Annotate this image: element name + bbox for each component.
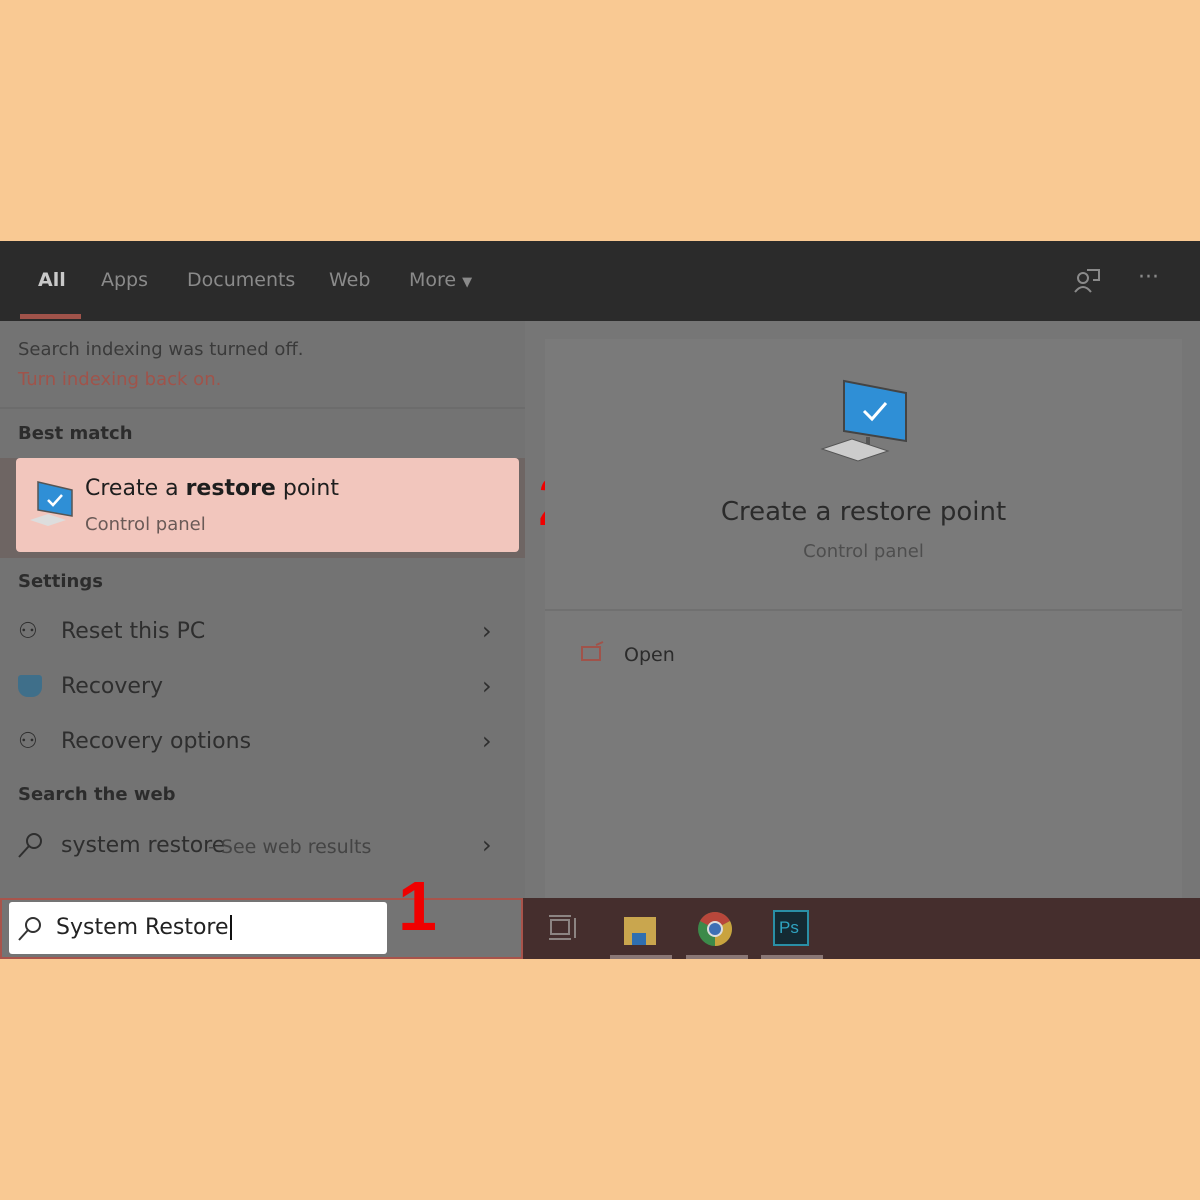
- settings-header: Settings: [18, 571, 103, 592]
- settings-item-label: Recovery: [61, 674, 164, 699]
- web-query: system restore: [61, 833, 226, 858]
- running-indicator: [686, 955, 748, 959]
- tab-all[interactable]: All: [38, 269, 66, 291]
- more-ellipsis-icon[interactable]: ···: [1138, 265, 1159, 290]
- active-tab-indicator: [20, 314, 81, 319]
- chevron-right-icon: ›: [482, 617, 492, 645]
- search-icon: [18, 917, 41, 941]
- recovery-icon: [18, 675, 42, 697]
- tab-more-label: More: [409, 269, 457, 291]
- search-icon: [18, 833, 42, 858]
- best-match-item[interactable]: Create a restore point Control panel: [16, 458, 519, 552]
- chevron-right-icon: ›: [482, 672, 492, 700]
- title-part: point: [275, 476, 339, 501]
- photoshop-label: Ps: [779, 918, 799, 937]
- web-suffix: - See web results: [208, 836, 372, 858]
- file-explorer-icon[interactable]: [622, 913, 658, 947]
- chevron-down-icon: ▼: [462, 275, 473, 290]
- title-part: Create a: [85, 476, 186, 501]
- open-icon: [581, 641, 604, 661]
- chrome-icon[interactable]: [697, 911, 733, 947]
- top-bar: All Apps Documents Web More ▼ ···: [0, 241, 1200, 321]
- best-match-header: Best match: [18, 423, 133, 444]
- turn-indexing-link[interactable]: Turn indexing back on.: [18, 369, 221, 390]
- search-window: All Apps Documents Web More ▼ ··· Search…: [0, 241, 1200, 959]
- preview-title: Create a restore point: [720, 497, 1007, 527]
- annotation-step-1: 1: [398, 867, 437, 945]
- photoshop-icon[interactable]: Ps: [773, 910, 809, 946]
- tab-documents[interactable]: Documents: [187, 269, 295, 291]
- running-indicator: [610, 955, 672, 959]
- task-view-icon[interactable]: [548, 913, 578, 943]
- chevron-right-icon: ›: [482, 831, 492, 859]
- tab-more[interactable]: More ▼: [409, 269, 472, 291]
- search-value: System Restore: [56, 915, 232, 940]
- reset-icon: ⚇: [18, 619, 38, 644]
- search-web-header: Search the web: [18, 784, 176, 805]
- results-panel: Search indexing was turned off. Turn ind…: [0, 321, 525, 898]
- settings-item-label: Reset this PC: [61, 619, 206, 644]
- divider: [545, 609, 1182, 611]
- system-restore-icon: [30, 481, 73, 526]
- preview-subtitle: Control panel: [803, 541, 924, 562]
- reset-icon: ⚇: [18, 729, 38, 754]
- best-match-title: Create a restore point: [85, 476, 339, 501]
- tab-web[interactable]: Web: [329, 269, 370, 291]
- system-restore-icon: [820, 379, 907, 462]
- title-bold: restore: [185, 476, 276, 501]
- search-input[interactable]: System Restore: [9, 902, 387, 954]
- open-label: Open: [624, 644, 675, 666]
- settings-item-label: Recovery options: [61, 729, 252, 754]
- divider: [0, 407, 525, 409]
- chevron-right-icon: ›: [482, 727, 492, 755]
- feedback-icon[interactable]: [1073, 268, 1101, 294]
- tab-apps[interactable]: Apps: [101, 269, 148, 291]
- running-indicator: [761, 955, 823, 959]
- indexing-notice: Search indexing was turned off.: [18, 339, 304, 360]
- best-match-subtitle: Control panel: [85, 514, 206, 535]
